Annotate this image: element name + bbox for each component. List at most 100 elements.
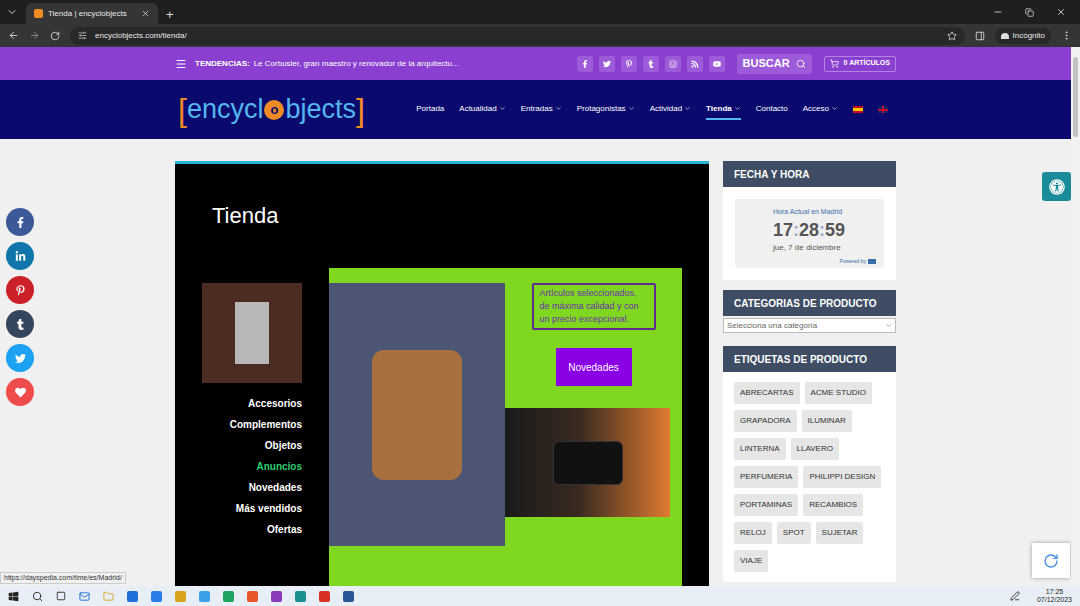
app-icon[interactable] [223,591,234,602]
social-link[interactable] [665,56,681,72]
product-tag[interactable]: ABRECARTAS [734,382,800,404]
product-tag[interactable]: LLAVERO [791,438,839,460]
category-link[interactable]: Novedades [249,480,302,495]
menu-icon[interactable] [1061,30,1072,41]
social-icon [581,60,589,68]
close-window-icon[interactable] [1056,7,1066,17]
product-tag[interactable]: RELOJ [734,522,772,544]
minimize-icon[interactable] [993,7,1003,17]
back-icon[interactable] [8,30,19,41]
app-icon[interactable] [127,591,138,602]
product-tag[interactable]: ACME STUDIO [805,382,873,404]
tab-bar: Tienda | encyclobjects + [0,0,1080,24]
product-tag[interactable]: PORTAMINAS [734,494,798,516]
trending-headline[interactable]: Le Corbusier, gran maestro y renovador d… [254,58,459,70]
product-tag[interactable]: GRAPADORA [734,410,797,432]
status-bubble: https://dayspedia.com/time/es/Madrid/ [0,572,126,584]
tab-list-icon[interactable] [6,6,18,18]
category-link[interactable]: Objetos [265,438,302,453]
mail-icon[interactable] [79,591,90,602]
menu-icon[interactable] [175,58,187,70]
close-tab-icon[interactable] [141,9,150,18]
social-link[interactable] [709,56,725,72]
site-info-icon[interactable] [78,31,87,40]
product-tag[interactable]: RECAMBIOS [803,494,863,516]
search-icon[interactable] [32,591,43,602]
news-button[interactable]: Novedades [556,348,632,386]
product-tag[interactable]: PHILIPPI DESIGN [803,466,881,488]
app-icon[interactable] [295,591,306,602]
app-icon[interactable] [247,591,258,602]
url-field[interactable]: encyclobjects.com/tienda/ [70,27,965,45]
share-button[interactable] [6,242,34,270]
app-icon[interactable] [319,591,330,602]
product-photo[interactable] [202,283,302,383]
folder-icon[interactable] [103,591,114,602]
category-link[interactable]: Accesorios [248,396,302,411]
app-icon[interactable] [199,591,210,602]
app-icon[interactable] [151,591,162,602]
category-link[interactable]: Anuncios [256,459,302,474]
task-view-icon[interactable] [56,591,66,601]
spanish-flag-icon[interactable] [853,106,863,113]
product-tag[interactable]: PERFUMERIA [734,466,798,488]
app-icon[interactable] [271,591,282,602]
product-tag[interactable]: LINTERNA [734,438,786,460]
nav-item[interactable]: Actualidad [459,100,505,120]
browser-tab[interactable]: Tienda | encyclobjects [26,3,158,24]
address-row: encyclobjects.com/tienda/Incógnito [0,24,1080,47]
share-button[interactable] [6,310,34,338]
social-icon [713,60,721,68]
favicon-icon [34,9,43,18]
category-link[interactable]: Más vendidos [236,501,302,516]
nav-item[interactable]: Acceso [803,100,838,120]
social-link[interactable] [621,56,637,72]
share-icon [15,353,26,364]
side-panel-icon[interactable] [975,31,985,41]
nav-item[interactable]: Entradas [521,100,562,120]
app-icon[interactable] [175,591,186,602]
incognito-badge[interactable]: Incógnito [995,28,1051,44]
site-logo[interactable]: [encyclobjects] [178,94,365,126]
accessibility-button[interactable] [1042,172,1071,201]
product-tag[interactable]: VIAJE [734,550,768,572]
social-link[interactable] [599,56,615,72]
new-tab-button[interactable]: + [166,8,174,21]
restore-icon[interactable] [1025,8,1034,17]
search-box[interactable]: BUSCAR [737,54,812,74]
start-icon[interactable] [8,591,19,602]
scrollbar[interactable] [1071,47,1080,586]
pen-icon[interactable] [1010,591,1020,601]
bookmark-icon[interactable] [947,31,957,41]
share-button[interactable] [6,276,34,304]
recaptcha-badge[interactable] [1032,543,1070,578]
share-icon [15,387,26,398]
share-button[interactable] [6,378,34,406]
product-tag[interactable]: ILUMINAR [802,410,852,432]
cart-button[interactable]: 0 ARTÍCULOS [824,56,896,72]
dropdown-icon [831,105,838,112]
nav-item[interactable]: Tienda [706,100,741,120]
category-select[interactable]: Selecciona una categoría [723,318,896,333]
category-link[interactable]: Ofertas [267,522,302,537]
nav-item[interactable]: Protagonistas [577,100,635,120]
social-link[interactable] [577,56,593,72]
sidebar: FECHA Y HORAHora Actual en Madrid17:28:5… [723,161,896,582]
forward-icon[interactable] [29,30,40,41]
product-tag[interactable]: SUJETAR [816,522,864,544]
category-link[interactable]: Complementos [230,417,302,432]
nav-item[interactable]: Actividad [650,100,691,120]
nav-item[interactable]: Portada [416,100,444,120]
reload-icon[interactable] [50,31,60,41]
product-tag[interactable]: SPOT [777,522,811,544]
social-link[interactable] [643,56,659,72]
share-button[interactable] [6,208,34,236]
share-button[interactable] [6,344,34,372]
clock[interactable]: 17:2507/12/2023 [1037,588,1072,604]
english-flag-icon[interactable] [878,106,888,113]
app-icon[interactable] [343,591,354,602]
share-icon [15,217,26,228]
social-link[interactable] [687,56,703,72]
nav-item[interactable]: Contacto [756,100,788,120]
social-icon [603,60,611,68]
